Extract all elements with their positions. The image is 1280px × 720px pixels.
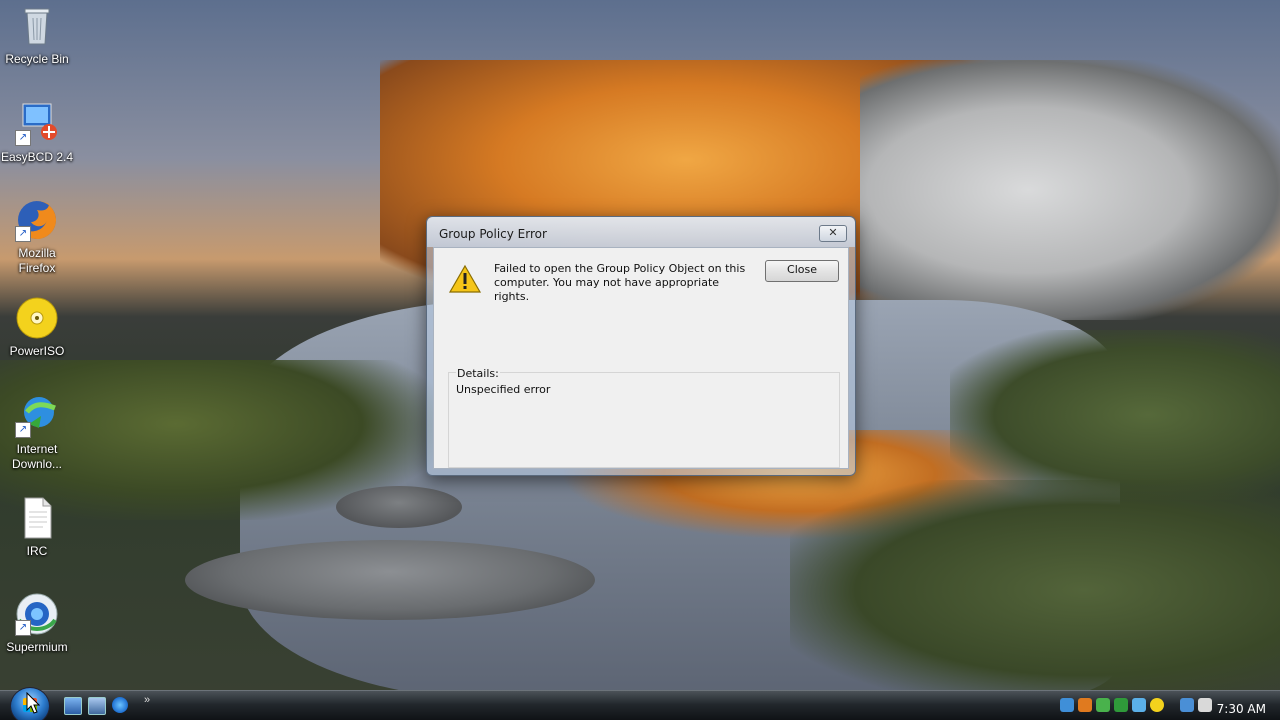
taskbar-clock[interactable]: 7:30 AM [1217, 702, 1266, 716]
sync-icon[interactable] [1096, 698, 1110, 712]
desktop-icon-label: Mozilla Firefox [18, 246, 56, 275]
system-tray: 7:30 AM [1058, 695, 1280, 717]
shortcut-arrow-icon: ↗ [15, 130, 31, 146]
wallpaper-grass-right [790, 480, 1280, 700]
dialog-title: Group Policy Error [439, 227, 547, 241]
recycle-bin-icon [15, 4, 59, 48]
internet-explorer-icon[interactable] [112, 697, 128, 713]
security-icon[interactable] [1078, 698, 1092, 712]
quick-launch-chevron[interactable]: » [144, 694, 150, 706]
wallpaper-grass-right-upper [950, 330, 1280, 500]
desktop-icon-label: EasyBCD 2.4 [0, 150, 74, 164]
mouse-cursor-icon [26, 692, 40, 714]
tool-icon[interactable] [1132, 698, 1146, 712]
desktop-icon-label: Recycle Bin [5, 52, 69, 66]
error-message: Failed to open the Group Policy Object o… [494, 262, 746, 303]
shortcut-arrow-icon: ↗ [15, 226, 31, 242]
display-icon[interactable] [1180, 698, 1194, 712]
network-icon[interactable] [1060, 698, 1074, 712]
close-button[interactable]: Close [765, 260, 839, 282]
desktop-icon-firefox[interactable]: ↗ Mozilla Firefox [0, 198, 74, 276]
update-icon[interactable] [1114, 698, 1128, 712]
desktop-icon-internet-download-manager[interactable]: ↗ Internet Downlo... [0, 394, 74, 472]
desktop-icon-poweriso[interactable]: PowerISO [0, 296, 74, 359]
details-text: Unspecified error [456, 383, 551, 396]
dialog-titlebar[interactable]: Group Policy Error ✕ [427, 217, 855, 247]
desktop-icon-supermium[interactable]: ↗ Supermium [0, 592, 74, 655]
desktop-icon-label: PowerISO [9, 344, 65, 358]
easybcd-icon: ↗ [15, 102, 59, 146]
dialog-body: Failed to open the Group Policy Object o… [433, 247, 849, 469]
poweriso-icon [15, 296, 59, 340]
text-document-icon [15, 496, 59, 540]
desktop-icon-easybcd[interactable]: ↗ EasyBCD 2.4 [0, 102, 74, 165]
volume-muted-icon[interactable] [1198, 698, 1212, 712]
switch-windows-icon[interactable] [88, 697, 106, 715]
drive-icon[interactable] [1150, 698, 1164, 712]
desktop-icon-label: Internet Downlo... [11, 442, 63, 471]
wallpaper-rock-slope [860, 60, 1280, 320]
wallpaper-rock-large [185, 540, 595, 620]
desktop-icon-irc[interactable]: IRC [0, 496, 74, 559]
desktop-icon-label: IRC [26, 544, 48, 558]
desktop-icon-label: Supermium [6, 640, 68, 654]
show-desktop-icon[interactable] [64, 697, 82, 715]
shortcut-arrow-icon: ↗ [15, 620, 31, 636]
details-label: Details: [456, 367, 500, 380]
taskbar: » 7:30 AM [0, 687, 1280, 720]
supermium-icon: ↗ [15, 592, 59, 636]
shortcut-arrow-icon: ↗ [15, 422, 31, 438]
details-group: Details: Unspecified error [448, 367, 840, 468]
wallpaper-rock-small [336, 486, 462, 528]
group-policy-error-dialog: Group Policy Error ✕ Failed to open the … [426, 216, 856, 476]
warning-icon [448, 264, 482, 294]
dialog-close-x-button[interactable]: ✕ [819, 225, 847, 242]
firefox-icon: ↗ [15, 198, 59, 242]
desktop-icon-recycle-bin[interactable]: Recycle Bin [0, 4, 74, 67]
internet-download-manager-icon: ↗ [15, 394, 59, 438]
